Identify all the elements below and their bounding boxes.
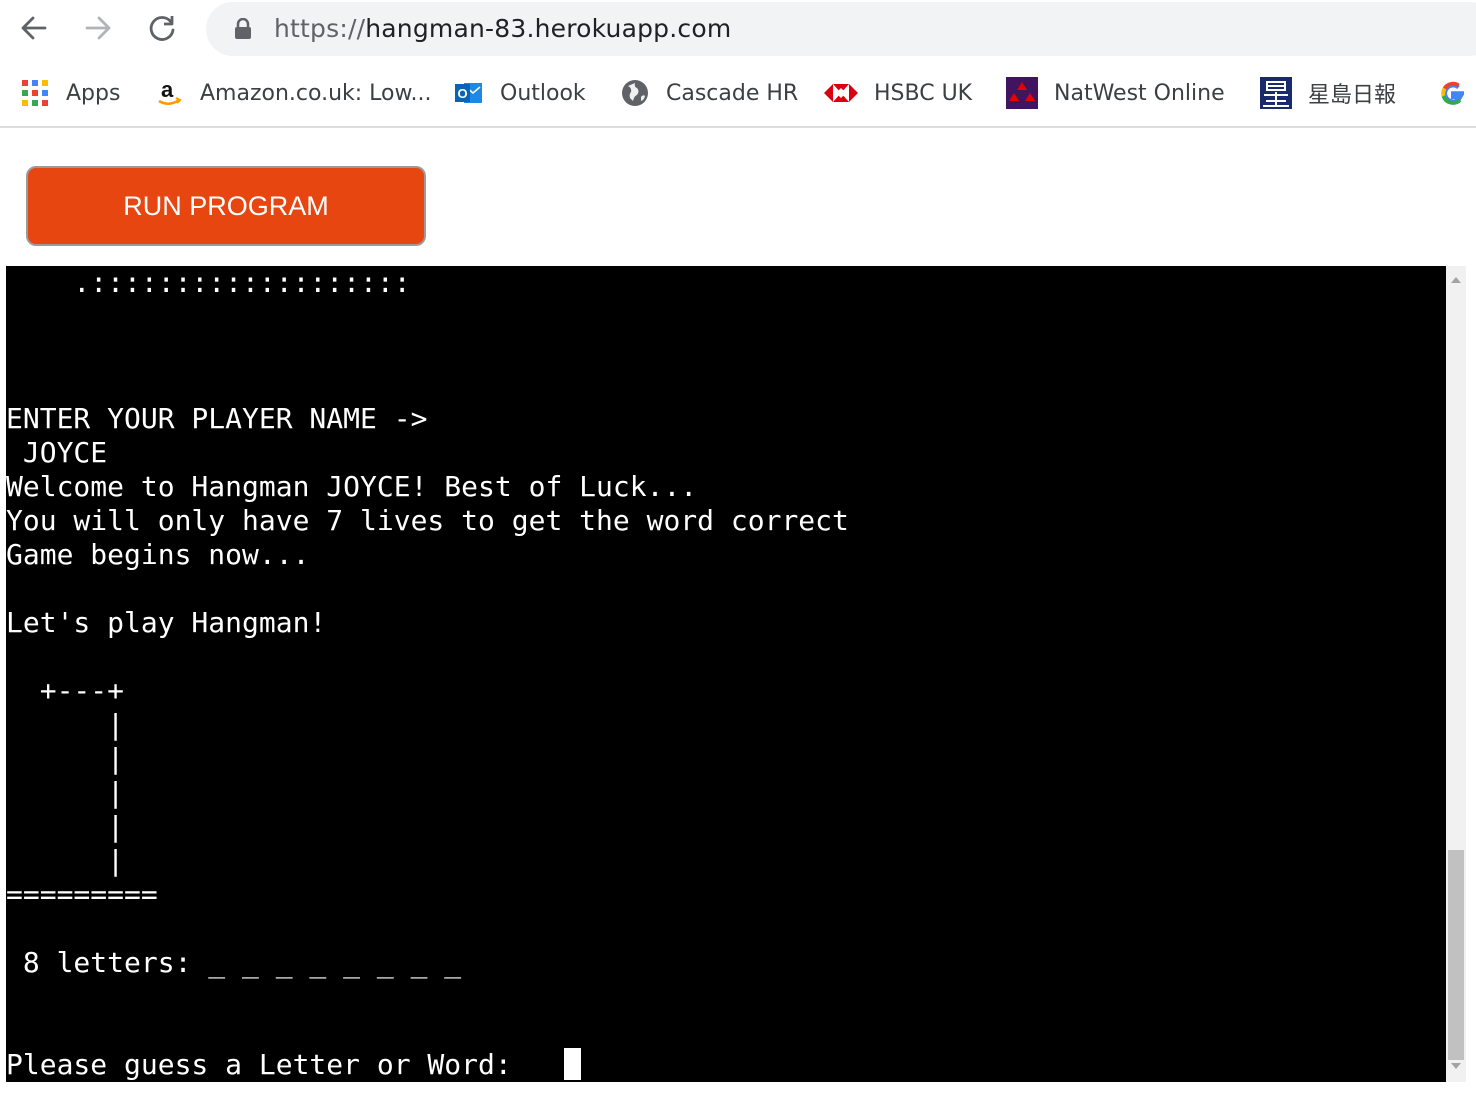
back-arrow-icon: [21, 16, 47, 40]
run-program-button[interactable]: RUN PROGRAM: [26, 166, 426, 246]
bookmark-hsbc[interactable]: HSBC UK: [824, 76, 972, 110]
forward-button[interactable]: [78, 8, 118, 48]
scroll-up-arrow-icon[interactable]: [1446, 272, 1466, 288]
bookmark-label: Apps: [66, 80, 121, 106]
bookmark-label: 星島日報: [1308, 83, 1397, 108]
scroll-down-arrow-icon[interactable]: [1446, 1058, 1466, 1074]
url-host: hangman-83.herokuapp.com: [365, 14, 732, 43]
amazon-icon: a: [154, 78, 184, 108]
outlook-icon: O: [454, 78, 484, 108]
natwest-icon: [1006, 77, 1038, 109]
terminal[interactable]: .::::::::::::::::::: ENTER YOUR PLAYER N…: [6, 266, 1446, 1082]
svg-text:O: O: [458, 86, 468, 101]
scrollbar-thumb[interactable]: [1448, 850, 1464, 1060]
terminal-cursor: [564, 1048, 581, 1080]
browser-toolbar: https://hangman-83.herokuapp.com: [0, 0, 1476, 58]
reload-icon: [149, 16, 175, 41]
back-button[interactable]: [14, 8, 54, 48]
singtao-icon: [1260, 77, 1292, 109]
bookmark-label: Amazon.co.uk: Low...: [200, 80, 432, 106]
lock-icon: [235, 18, 251, 39]
url-protocol: https://: [274, 14, 366, 43]
bookmark-natwest[interactable]: NatWest Online: [1006, 76, 1225, 110]
reload-button[interactable]: [142, 8, 182, 48]
bookmarks-bar: Apps a Amazon.co.uk: Low... O Outlook Ca…: [0, 58, 1476, 128]
bookmark-label: Outlook: [500, 80, 586, 106]
forward-arrow-icon: [85, 16, 111, 40]
hsbc-icon: [824, 78, 858, 108]
bookmark-cascade-hr[interactable]: Cascade HR: [620, 76, 798, 110]
svg-text:a: a: [161, 79, 174, 102]
bookmark-google[interactable]: [1438, 76, 1476, 110]
apps-grid-icon: [20, 78, 50, 108]
address-bar[interactable]: https://hangman-83.herokuapp.com: [206, 2, 1476, 56]
google-icon: [1438, 78, 1468, 108]
bookmark-outlook[interactable]: O Outlook: [454, 76, 586, 110]
bookmark-label: HSBC UK: [874, 80, 973, 106]
terminal-output: .::::::::::::::::::: ENTER YOUR PLAYER N…: [6, 266, 849, 1081]
bookmark-amazon[interactable]: a Amazon.co.uk: Low...: [154, 76, 431, 110]
bookmark-label: NatWest Online: [1054, 80, 1225, 106]
bookmark-label: Cascade HR: [666, 80, 799, 106]
bookmark-singtao[interactable]: 星島日報: [1260, 76, 1396, 110]
globe-icon: [620, 78, 650, 108]
url-text: https://hangman-83.herokuapp.com: [274, 14, 731, 43]
bookmark-apps[interactable]: Apps: [20, 76, 120, 110]
